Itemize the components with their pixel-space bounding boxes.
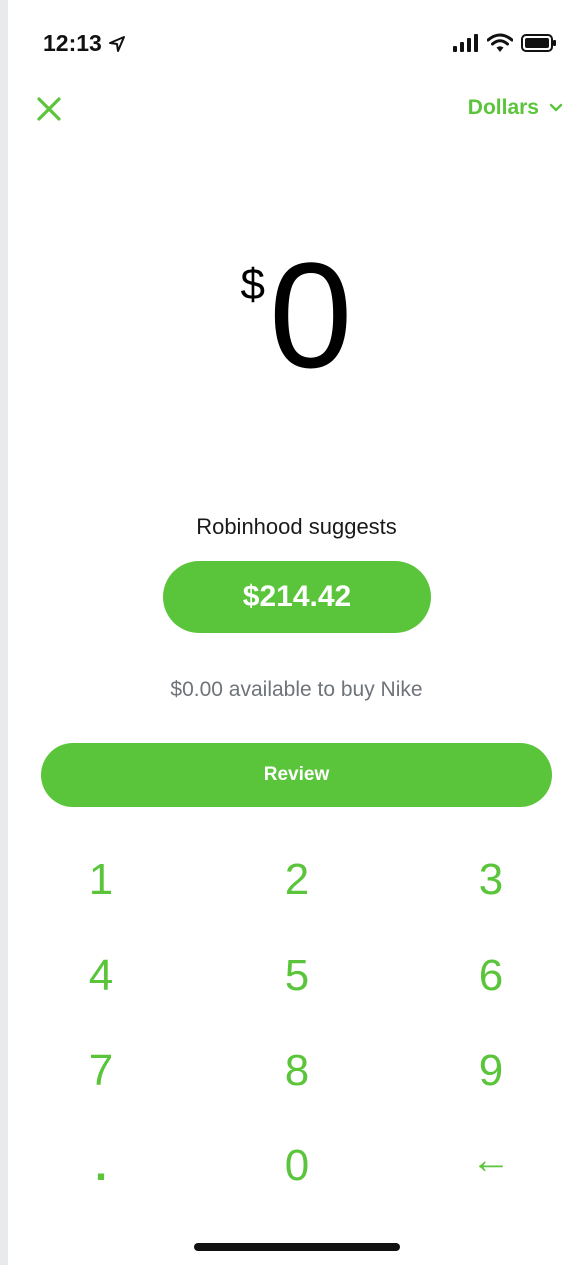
keypad-key-0[interactable]: 0 [237,1126,357,1206]
keypad-key-5[interactable]: 5 [237,936,357,1016]
location-arrow-icon [108,35,125,52]
currency-symbol: $ [240,260,266,309]
status-icons [453,33,557,53]
keypad-key-6[interactable]: 6 [431,936,551,1016]
chevron-down-icon [549,103,563,112]
close-button[interactable] [34,94,64,124]
currency-label: Dollars [467,96,539,119]
close-icon [37,97,61,121]
keypad-key-1[interactable]: 1 [41,840,161,920]
keypad-key-4[interactable]: 4 [41,936,161,1016]
order-amount: $ 0 [8,240,585,390]
keypad-backspace[interactable]: ← [431,1120,551,1200]
review-button[interactable]: Review [41,743,552,807]
available-balance-text: $0.00 available to buy Nike [170,678,423,701]
keypad-key-7[interactable]: 7 [41,1031,161,1111]
keypad-key-3[interactable]: 3 [431,840,551,920]
suggestion-label: Robinhood suggests [196,514,397,539]
keypad-key-2[interactable]: 2 [237,840,357,920]
keypad-key-9[interactable]: 9 [431,1031,551,1111]
wifi-icon [487,33,513,52]
battery-icon [521,34,556,52]
home-indicator[interactable] [194,1243,400,1251]
status-time-text: 12:13 [43,30,102,56]
order-screen: 12:13 Dollars $ 0 Robinhood suggests $21… [8,0,585,1265]
suggested-amount-button[interactable]: $214.42 [163,561,431,633]
keypad-key-decimal[interactable]: . [41,1126,161,1206]
cellular-signal-icon [453,34,478,52]
keypad-key-8[interactable]: 8 [237,1031,357,1111]
status-time: 12:13 [43,30,126,57]
amount-value: 0 [269,231,353,399]
currency-dropdown[interactable]: Dollars [468,96,563,120]
